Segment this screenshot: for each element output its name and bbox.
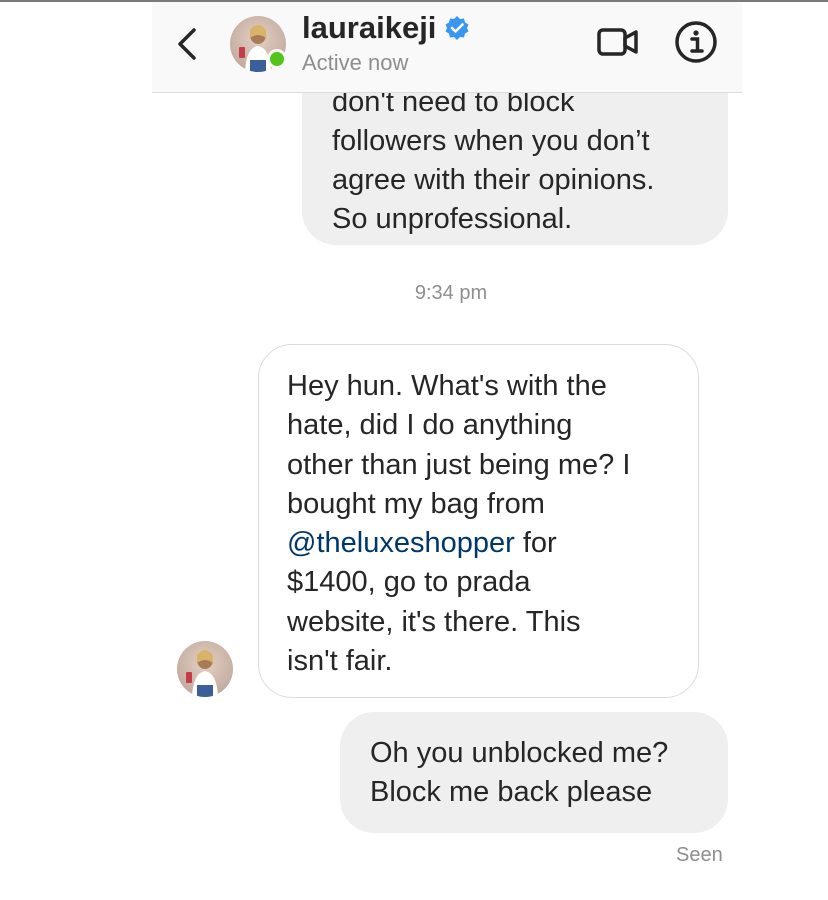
verified-badge-icon bbox=[445, 16, 469, 40]
message-bubble-sent[interactable]: don't need to block followers when you d… bbox=[302, 93, 728, 245]
message-line: agree with their opinions. bbox=[332, 164, 655, 196]
sender-avatar[interactable] bbox=[177, 641, 233, 697]
message-line: Oh you unblocked me? bbox=[370, 737, 669, 769]
back-chevron-icon[interactable] bbox=[174, 24, 200, 64]
active-status: Active now bbox=[302, 50, 409, 75]
chat-header: lauraikeji Active now bbox=[152, 2, 742, 93]
video-call-icon[interactable] bbox=[596, 24, 640, 60]
message-thread[interactable]: don't need to block followers when you d… bbox=[0, 93, 828, 900]
mention-link[interactable]: @theluxeshopper bbox=[287, 527, 515, 559]
message-line: isn't fair. bbox=[287, 645, 393, 678]
message-line: @theluxeshopper for bbox=[287, 524, 670, 563]
username-text: lauraikeji bbox=[302, 10, 437, 45]
header-avatar[interactable] bbox=[230, 16, 287, 72]
seen-receipt: Seen bbox=[676, 844, 723, 866]
message-bubble-received[interactable]: Hey hun. What's with the hate, did I do … bbox=[258, 344, 699, 698]
message-line: Hey hun. What's with the bbox=[287, 370, 607, 402]
info-icon[interactable] bbox=[674, 20, 718, 64]
username[interactable]: lauraikeji bbox=[302, 10, 470, 46]
message-line: other than just being me? I bbox=[287, 448, 631, 481]
message-text: for bbox=[514, 527, 557, 560]
message-line: don't need to block bbox=[332, 93, 575, 118]
message-line: Block me back please bbox=[370, 776, 653, 808]
message-line: website, it's there. This bbox=[287, 605, 581, 638]
message-line: So unprofessional. bbox=[332, 203, 573, 235]
online-status-dot bbox=[267, 49, 287, 69]
message-bubble-sent[interactable]: Oh you unblocked me? Block me back pleas… bbox=[340, 712, 728, 833]
message-line: $1400, go to prada bbox=[287, 566, 531, 599]
message-line: hate, did I do anything bbox=[287, 409, 573, 442]
message-line: bought my bag from bbox=[287, 487, 545, 520]
message-timestamp: 9:34 pm bbox=[414, 282, 488, 304]
message-line: followers when you don’t bbox=[332, 125, 650, 157]
